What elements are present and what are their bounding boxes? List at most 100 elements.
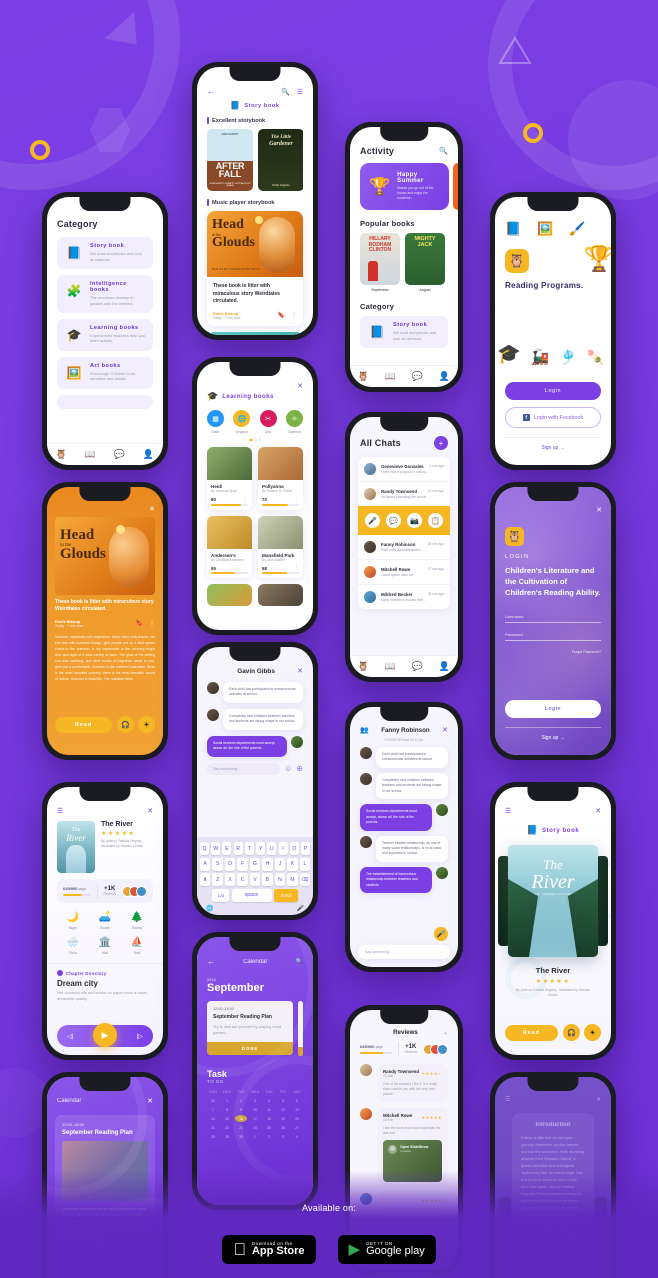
numeric-key[interactable]: 123 xyxy=(212,888,230,902)
profile-icon[interactable]: 👤 xyxy=(439,371,450,382)
key[interactable]: A xyxy=(199,857,211,871)
headphones-icon[interactable]: 🎧 xyxy=(563,1024,580,1041)
key[interactable]: S xyxy=(212,857,223,871)
key[interactable]: T xyxy=(244,842,254,855)
scene-room[interactable]: 🛋️ Room xyxy=(89,912,121,930)
more-vertical-icon[interactable]: ⋮ xyxy=(149,620,155,627)
group-icon[interactable]: 👥 xyxy=(360,726,369,734)
chat-list-item[interactable]: Mitchell Rowe 27 min ago Lorem ipsum dol… xyxy=(358,559,450,584)
calendar-day[interactable]: 15 xyxy=(221,1115,233,1122)
app-store-badge[interactable]:  Download on the App Store xyxy=(222,1235,316,1264)
search-icon[interactable]: 🔍 xyxy=(281,88,290,96)
book-cover[interactable]: DAN SANTAT AFTER FALL HOW HUMPTY DUMPTY … xyxy=(207,129,253,191)
key[interactable]: P xyxy=(300,842,310,855)
more-vertical-icon[interactable]: ⋮ xyxy=(294,497,299,503)
chat-icon[interactable]: 💬 xyxy=(412,661,423,672)
calendar-day[interactable]: 21 xyxy=(207,1124,219,1131)
cover-carousel[interactable]: The River AN EPIC JOURNEY TO THE SEA xyxy=(495,845,611,957)
camera-icon[interactable]: 📷 xyxy=(407,513,422,528)
chat-list-item[interactable]: Mildred Becker 30 min ago Many mothers s… xyxy=(358,584,450,609)
scene-rain[interactable]: 🌧️ Rain xyxy=(57,937,89,955)
key[interactable]: C xyxy=(237,873,248,886)
note-icon[interactable]: 📋 xyxy=(428,513,443,528)
username-field[interactable]: Username xyxy=(505,614,601,623)
read-button[interactable]: Read xyxy=(55,716,112,733)
close-icon[interactable]: ✕ xyxy=(442,726,448,734)
calendar-day[interactable]: 14 xyxy=(207,1115,219,1122)
chat-icon[interactable]: 💬 xyxy=(412,371,423,382)
key[interactable]: W xyxy=(211,842,221,855)
key[interactable]: K xyxy=(287,857,298,871)
chevron-down-icon[interactable]: ⌄ xyxy=(443,1029,448,1036)
more-vertical-icon[interactable]: ⋮ xyxy=(294,565,299,571)
message-input[interactable]: Say something... xyxy=(358,945,450,959)
featured-book-card[interactable]: Head in the Glouds BLUE IS A BOY'S DREAM… xyxy=(207,211,303,327)
key[interactable]: E xyxy=(222,842,232,855)
bookmark-icon[interactable]: 🔖 xyxy=(136,620,143,627)
play-icon[interactable]: ▶ xyxy=(93,1023,117,1047)
close-icon[interactable]: ✕ xyxy=(149,505,155,513)
login-button[interactable]: Login xyxy=(505,382,601,400)
owl-icon[interactable]: 🦉 xyxy=(56,449,67,460)
key[interactable]: F xyxy=(237,857,248,871)
key[interactable]: G xyxy=(249,857,261,871)
activity-banner-next[interactable] xyxy=(453,163,458,211)
read-button[interactable]: Read xyxy=(505,1024,558,1041)
search-icon[interactable]: 🔍 xyxy=(439,147,448,155)
emoji-icon[interactable]: ☺ xyxy=(284,764,292,773)
book-open-icon[interactable]: 📖 xyxy=(385,661,396,672)
category-item-story[interactable]: 📘 Story book We read storybooks and look… xyxy=(57,237,153,269)
forgot-password-link[interactable]: Forgot Password? xyxy=(505,650,601,654)
scene-night[interactable]: 🌙 Night xyxy=(57,912,89,930)
more-vertical-icon[interactable]: ⋮ xyxy=(291,312,297,319)
calendar-day[interactable]: 1 xyxy=(221,1097,233,1104)
chat-list-item[interactable]: Randy Townsend 12 min ago He favors exte… xyxy=(358,481,450,506)
key[interactable]: X xyxy=(224,873,236,886)
key[interactable]: U xyxy=(267,842,277,855)
space-key[interactable]: space xyxy=(231,888,272,902)
key[interactable]: I xyxy=(278,842,288,855)
close-icon[interactable]: ✕ xyxy=(147,1097,153,1105)
backspace-key[interactable]: ⌫ xyxy=(299,873,311,886)
key[interactable]: D xyxy=(224,857,236,871)
bookmark-icon[interactable]: 🔖 xyxy=(278,312,285,319)
skip-back-icon[interactable]: ◁| xyxy=(67,1033,73,1040)
book-card[interactable]: Heidi By Johanna Spyri 80 ⋮ xyxy=(207,447,252,510)
book-card[interactable] xyxy=(258,584,303,607)
scene-forest[interactable]: 🌲 Forest xyxy=(121,912,153,930)
tab-math[interactable]: ▦ Math xyxy=(207,410,224,434)
password-field[interactable]: Password xyxy=(505,632,601,641)
tab-english[interactable]: 🌐 English xyxy=(233,410,251,434)
book-card[interactable] xyxy=(207,584,252,607)
category-item-intelligence[interactable]: 🧩 Intelligence books The emotions develo… xyxy=(57,275,153,313)
key[interactable]: H xyxy=(262,857,273,871)
key[interactable]: R xyxy=(233,842,243,855)
category-item-partial[interactable] xyxy=(57,394,153,409)
brightness-icon[interactable]: ☀ xyxy=(138,716,155,733)
menu-icon[interactable]: ☰ xyxy=(57,807,63,815)
facebook-login-button[interactable]: f Login with Facebook xyxy=(505,407,601,428)
key[interactable]: B xyxy=(262,873,273,886)
tab-arts[interactable]: ✂ Arts xyxy=(259,410,277,434)
popular-carousel[interactable]: HILLARY RODHAM CLINTON September MIGHTY JAC… xyxy=(360,233,448,293)
google-play-badge[interactable]: ▶ GET IT ON Google play xyxy=(337,1235,436,1264)
close-icon[interactable]: ✕ xyxy=(147,807,153,815)
book-carousel[interactable]: DAN SANTAT AFTER FALL HOW HUMPTY DUMPTY … xyxy=(207,129,303,191)
category-item-story[interactable]: 📘 Story book We read storybooks and look… xyxy=(360,315,448,348)
book-card[interactable]: Andersen's By Christian Andersen 65 ⋮ xyxy=(207,515,252,579)
calendar-day[interactable]: 22 xyxy=(221,1124,233,1131)
headphones-icon[interactable]: 🎧 xyxy=(117,716,134,733)
more-vertical-icon[interactable]: ⋮ xyxy=(243,497,248,503)
skip-forward-icon[interactable]: |▷ xyxy=(137,1033,143,1040)
chat-icon[interactable]: 💬 xyxy=(114,449,125,460)
signup-link[interactable]: Sign up → xyxy=(505,437,601,451)
key[interactable]: Z xyxy=(212,873,223,886)
microphone-icon[interactable]: 🎤 xyxy=(434,927,448,941)
key[interactable]: J xyxy=(274,857,286,871)
scene-sea[interactable]: ⛵ Sea xyxy=(121,937,153,955)
book-cover[interactable]: The Little Gardener Emily Hughes xyxy=(258,129,303,191)
key[interactable]: Q xyxy=(200,842,210,855)
send-key[interactable]: Send xyxy=(273,888,298,902)
chat-list-item[interactable]: Fanny Robinson 26 min ago Each child had… xyxy=(358,535,450,559)
key[interactable]: Y xyxy=(256,842,266,855)
